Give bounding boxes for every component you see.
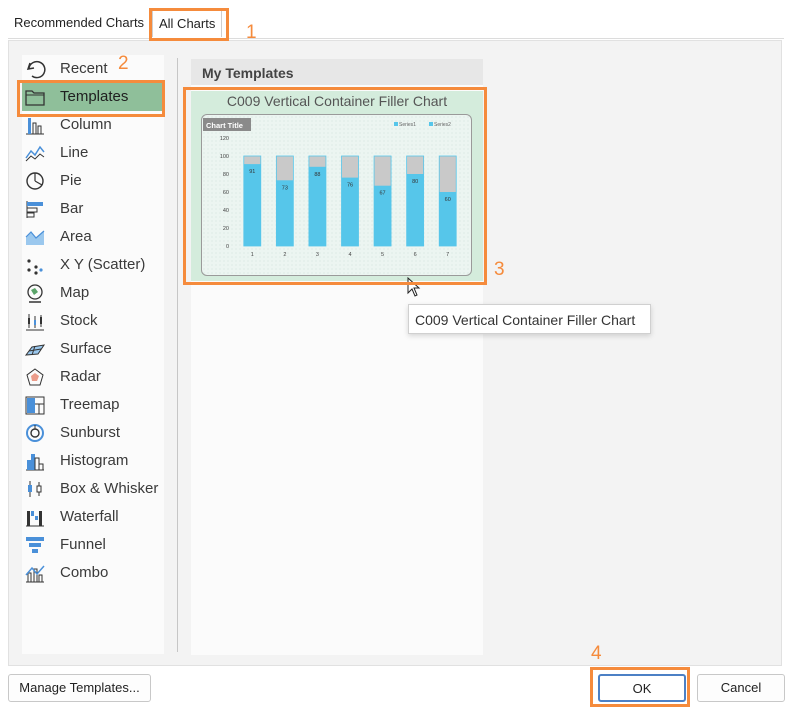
- category-recent[interactable]: Recent: [22, 55, 164, 83]
- treemap-chart-icon: [24, 395, 46, 415]
- box-whisker-chart-icon: [24, 479, 46, 499]
- line-chart-icon: [24, 143, 46, 163]
- category-radar[interactable]: Radar: [22, 363, 164, 391]
- category-label: Pie: [60, 172, 82, 189]
- category-label: Radar: [60, 368, 101, 385]
- category-combo[interactable]: Combo: [22, 559, 164, 587]
- callout-1: 1: [246, 22, 257, 43]
- category-label: Histogram: [60, 452, 129, 469]
- category-waterfall[interactable]: Waterfall: [22, 503, 164, 531]
- highlight-templates: [17, 80, 165, 117]
- category-funnel[interactable]: Funnel: [22, 531, 164, 559]
- category-stock[interactable]: Stock: [22, 307, 164, 335]
- category-label: Area: [60, 228, 92, 245]
- category-line[interactable]: Line: [22, 139, 164, 167]
- category-label: Line: [60, 144, 89, 161]
- callout-2: 2: [118, 53, 129, 74]
- cancel-button[interactable]: Cancel: [697, 674, 785, 702]
- manage-templates-button[interactable]: Manage Templates...: [8, 674, 151, 702]
- combo-chart-icon: [24, 563, 46, 583]
- category-label: Funnel: [60, 536, 106, 553]
- category-label: Stock: [60, 312, 98, 329]
- radar-chart-icon: [24, 367, 46, 387]
- column-chart-icon: [24, 115, 46, 135]
- highlight-template-card: [183, 87, 487, 285]
- callout-3: 3: [494, 259, 505, 280]
- category-box-whisker[interactable]: Box & Whisker: [22, 475, 164, 503]
- pie-chart-icon: [24, 171, 46, 191]
- category-label: Surface: [60, 340, 112, 357]
- scatter-chart-icon: [24, 255, 46, 275]
- category-label: Map: [60, 284, 90, 301]
- tab-recommended-charts[interactable]: Recommended Charts: [8, 9, 150, 37]
- map-chart-icon: [24, 283, 46, 303]
- funnel-chart-icon: [24, 535, 46, 555]
- sunburst-chart-icon: [24, 423, 46, 443]
- category-label: Waterfall: [60, 508, 119, 525]
- category-area[interactable]: Area: [22, 223, 164, 251]
- category-label: X Y (Scatter): [60, 256, 146, 273]
- my-templates-header: My Templates: [191, 59, 483, 85]
- category-label: Sunburst: [60, 424, 121, 441]
- category-label: Treemap: [60, 396, 120, 413]
- highlight-all-charts: [149, 8, 229, 41]
- category-map[interactable]: Map: [22, 279, 164, 307]
- category-label: Box & Whisker: [60, 480, 159, 497]
- pane-divider: [177, 58, 178, 652]
- callout-4: 4: [591, 643, 602, 664]
- surface-chart-icon: [24, 339, 46, 359]
- category-sunburst[interactable]: Sunburst: [22, 419, 164, 447]
- category-label: Combo: [60, 564, 109, 581]
- highlight-ok-button: [590, 667, 690, 707]
- histogram-chart-icon: [24, 451, 46, 471]
- category-label: Recent: [60, 60, 108, 77]
- category-bar[interactable]: Bar: [22, 195, 164, 223]
- recent-icon: [24, 59, 46, 79]
- bar-chart-icon: [24, 199, 46, 219]
- category-pie[interactable]: Pie: [22, 167, 164, 195]
- category-surface[interactable]: Surface: [22, 335, 164, 363]
- stock-chart-icon: [24, 311, 46, 331]
- tab-divider: [8, 38, 784, 39]
- category-histogram[interactable]: Histogram: [22, 447, 164, 475]
- template-tooltip: C009 Vertical Container Filler Chart: [408, 304, 651, 334]
- category-label: Bar: [60, 200, 84, 217]
- area-chart-icon: [24, 227, 46, 247]
- waterfall-chart-icon: [24, 507, 46, 527]
- category-x-y-scatter[interactable]: X Y (Scatter): [22, 251, 164, 279]
- category-treemap[interactable]: Treemap: [22, 391, 164, 419]
